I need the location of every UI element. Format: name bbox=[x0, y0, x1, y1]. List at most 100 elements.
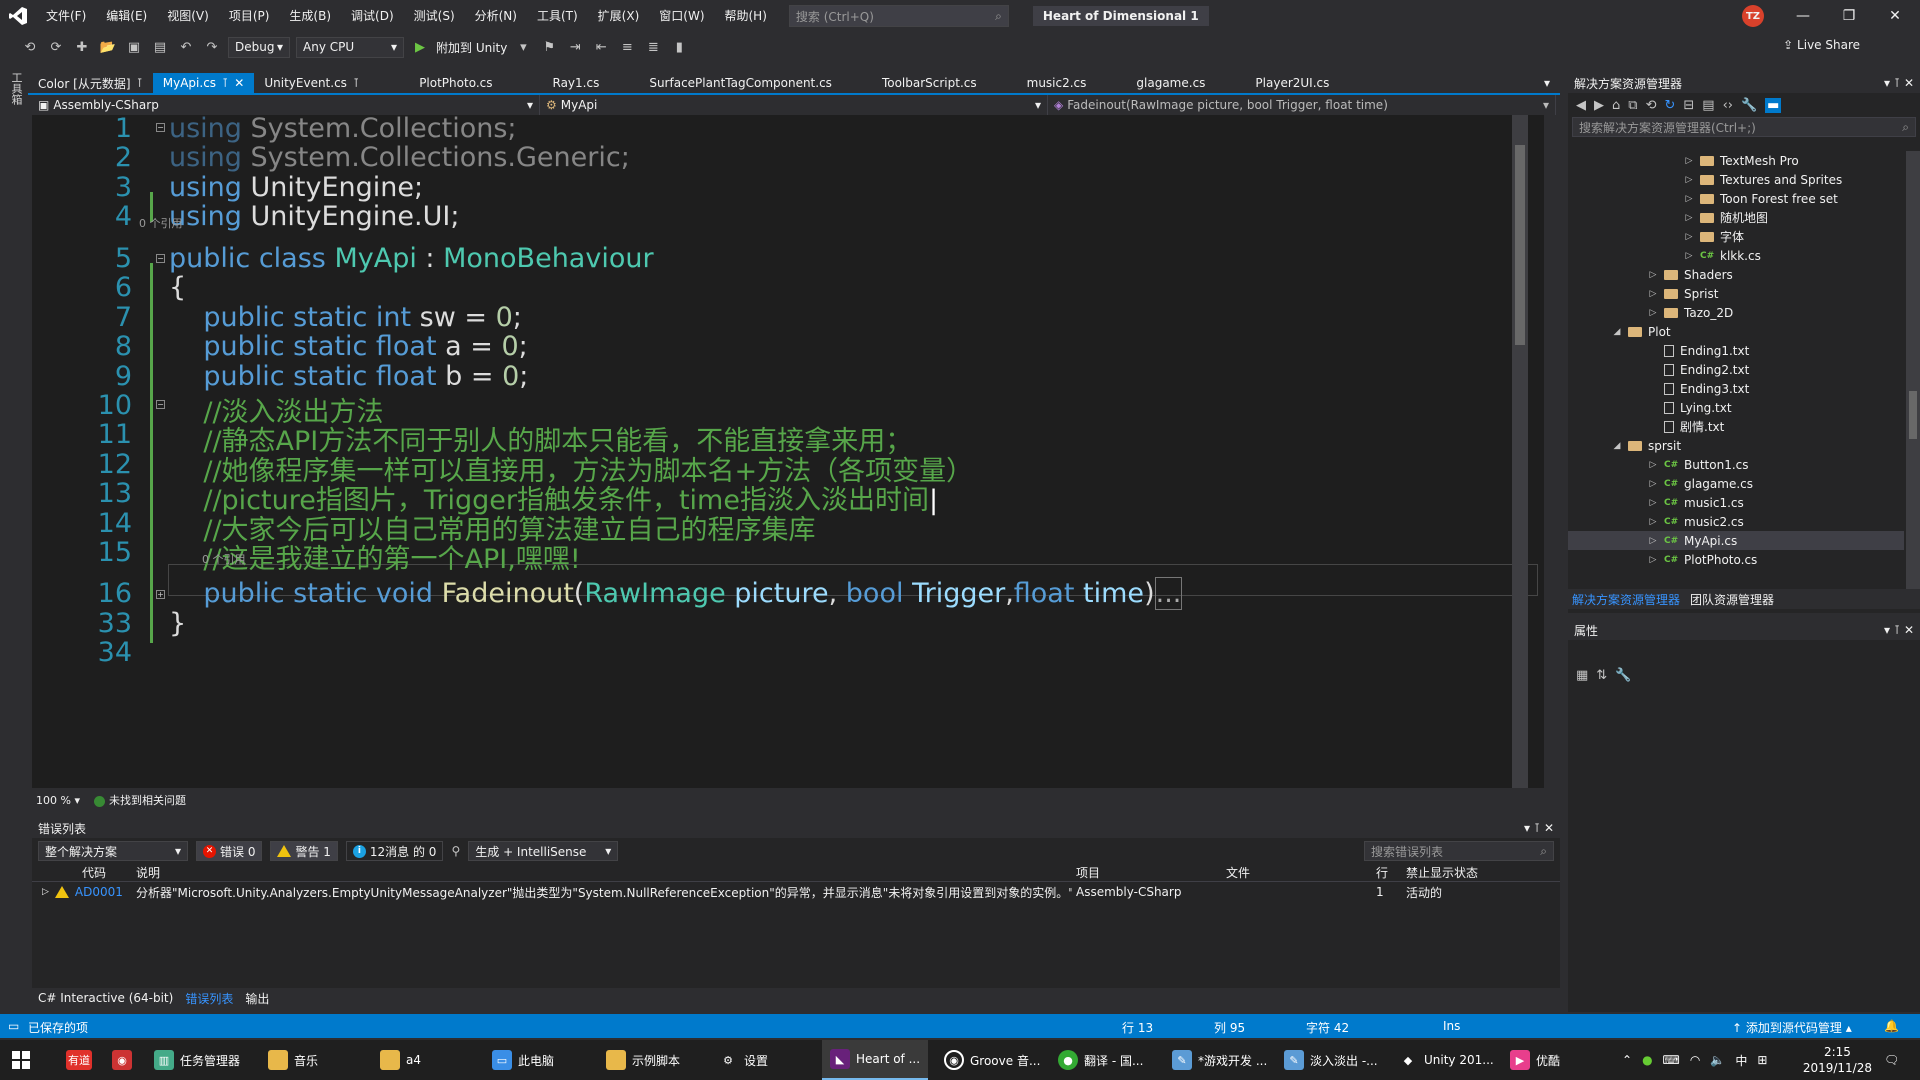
expand-icon[interactable]: ▷ bbox=[42, 887, 49, 897]
menu-build[interactable]: 生成(B) bbox=[279, 0, 341, 32]
preview-icon[interactable]: ▬ bbox=[1765, 97, 1782, 113]
ime-indicator[interactable]: 中 bbox=[1735, 1052, 1747, 1069]
collapse-all-icon[interactable]: ⊟ bbox=[1683, 98, 1694, 113]
class-nav-select[interactable]: ⚙ MyApi ▾ bbox=[540, 95, 1048, 115]
reference-hint[interactable]: 0 个引用 bbox=[202, 551, 246, 567]
property-pages-icon[interactable]: 🔧 bbox=[1615, 668, 1631, 683]
taskbar-game-dev[interactable]: ✎ *游戏开发 ... bbox=[1164, 1040, 1275, 1080]
chevron-down-icon[interactable]: ▾ bbox=[1884, 76, 1890, 90]
tree-item[interactable]: ▷ 随机地图 bbox=[1568, 208, 1904, 227]
forward-icon[interactable]: ⟳ bbox=[46, 37, 66, 57]
expand-arrow-icon[interactable]: ▷ bbox=[1684, 251, 1694, 261]
close-icon[interactable]: ✕ bbox=[1904, 76, 1914, 90]
tree-item[interactable]: ▷ Textures and Sprites bbox=[1568, 170, 1904, 189]
status-insert-mode[interactable]: Ins bbox=[1443, 1019, 1460, 1033]
tree-item[interactable]: ◢ Plot bbox=[1568, 322, 1904, 341]
menu-extensions[interactable]: 扩展(X) bbox=[588, 0, 650, 32]
network-icon[interactable]: ◠ bbox=[1690, 1053, 1700, 1067]
messages-filter-button[interactable]: i 12消息 的 0 bbox=[345, 841, 444, 861]
tree-item[interactable]: ▷ C# glagame.cs bbox=[1568, 474, 1904, 493]
visual-studio-logo-icon[interactable] bbox=[0, 0, 36, 32]
properties-object-select[interactable] bbox=[1568, 640, 1920, 662]
taskbar-clock[interactable]: 2:15 2019/11/28 bbox=[1803, 1044, 1872, 1076]
properties-wrench-icon[interactable]: 🔧 bbox=[1741, 98, 1757, 113]
categorized-icon[interactable]: ▦ bbox=[1576, 668, 1588, 683]
tree-item[interactable]: ▷ 字体 bbox=[1568, 227, 1904, 246]
start-button[interactable] bbox=[4, 1040, 38, 1080]
save-all-icon[interactable]: ▤ bbox=[150, 37, 170, 57]
expand-arrow-icon[interactable]: ▷ bbox=[1648, 270, 1658, 280]
expand-arrow-icon[interactable]: ▷ bbox=[1648, 289, 1658, 299]
back-icon[interactable]: ◀ bbox=[1576, 98, 1586, 113]
user-avatar[interactable]: TZ bbox=[1742, 5, 1764, 27]
tree-item[interactable]: ▷ Tazo_2D bbox=[1568, 303, 1904, 322]
close-icon[interactable]: ✕ bbox=[1544, 821, 1554, 835]
code-editor[interactable]: 1 2 3 4 5 6 7 8 9 10 11 12 13 14 15 16 3… bbox=[32, 115, 1544, 788]
tree-item[interactable]: Ending3.txt bbox=[1568, 379, 1904, 398]
collapse-icon[interactable]: − bbox=[156, 400, 165, 409]
column-file[interactable]: 文件 bbox=[1222, 864, 1372, 881]
uncomment-icon[interactable]: ≣ bbox=[643, 37, 663, 57]
menu-window[interactable]: 窗口(W) bbox=[649, 0, 714, 32]
menu-project[interactable]: 项目(P) bbox=[219, 0, 280, 32]
filter-icon[interactable]: ⚲ bbox=[451, 844, 460, 858]
tree-item[interactable]: ▷ C# PlotPhoto.cs bbox=[1568, 550, 1904, 569]
taskbar-a4[interactable]: a4 bbox=[372, 1040, 429, 1080]
tree-item[interactable]: ▷C#Ray1.cs bbox=[1568, 569, 1904, 571]
column-code[interactable]: 代码 bbox=[32, 864, 132, 881]
taskbar-fade[interactable]: ✎ 淡入淡出 -... bbox=[1276, 1040, 1386, 1080]
tree-item[interactable]: ▷ C# Button1.cs bbox=[1568, 455, 1904, 474]
minimize-icon[interactable]: — bbox=[1780, 0, 1826, 32]
config-select[interactable]: Debug ▾ bbox=[228, 36, 290, 58]
expand-arrow-icon[interactable]: ▷ bbox=[1648, 498, 1658, 508]
taskbar-settings[interactable]: ⚙ 设置 bbox=[710, 1040, 776, 1080]
menu-help[interactable]: 帮助(H) bbox=[715, 0, 777, 32]
quick-search-input[interactable]: 搜索 (Ctrl+Q) ⌕ bbox=[788, 5, 1009, 27]
collapse-arrow-icon[interactable]: ◢ bbox=[1612, 327, 1622, 337]
action-center-icon[interactable]: 🗨 bbox=[1876, 1040, 1907, 1080]
column-suppression[interactable]: 禁止显示状态 bbox=[1402, 864, 1552, 881]
tab-team-explorer[interactable]: 团队资源管理器 bbox=[1690, 591, 1774, 608]
expand-arrow-icon[interactable]: ▷ bbox=[1684, 156, 1694, 166]
home-icon[interactable]: ⌂ bbox=[1612, 98, 1620, 113]
forward-icon[interactable]: ▶ bbox=[1594, 98, 1604, 113]
menu-test[interactable]: 测试(S) bbox=[404, 0, 465, 32]
tree-item[interactable]: ▷ C# music2.cs bbox=[1568, 512, 1904, 531]
close-icon[interactable]: ✕ bbox=[1904, 623, 1914, 637]
expand-arrow-icon[interactable]: ▷ bbox=[1684, 213, 1694, 223]
taskbar-sample-scripts[interactable]: 示例脚本 bbox=[598, 1040, 688, 1080]
tab-csharp-interactive[interactable]: C# Interactive (64-bit) bbox=[38, 991, 173, 1005]
chevron-down-icon[interactable]: ▾ bbox=[1884, 623, 1890, 637]
tree-item[interactable]: ▷ Shaders bbox=[1568, 265, 1904, 284]
build-filter-select[interactable]: 生成 + IntelliSense ▾ bbox=[468, 841, 619, 861]
menu-view[interactable]: 视图(V) bbox=[157, 0, 219, 32]
error-code-link[interactable]: AD0001 bbox=[75, 885, 123, 899]
refresh-icon[interactable]: ↻ bbox=[1664, 98, 1675, 113]
tab-error-list[interactable]: 错误列表 bbox=[185, 990, 233, 1007]
show-all-files-icon[interactable]: ▤ bbox=[1702, 98, 1714, 113]
view-code-icon[interactable]: ‹› bbox=[1723, 98, 1733, 113]
column-project[interactable]: 项目 bbox=[1072, 864, 1222, 881]
expand-arrow-icon[interactable]: ▷ bbox=[1648, 479, 1658, 489]
taskbar-music[interactable]: 音乐 bbox=[260, 1040, 326, 1080]
outdent-icon[interactable]: ⇤ bbox=[591, 37, 611, 57]
source-control-button[interactable]: ↑ 添加到源代码管理 ▴ bbox=[1732, 1019, 1852, 1036]
tree-item[interactable]: ▷ Toon Forest free set bbox=[1568, 189, 1904, 208]
taskbar-translate[interactable]: ● 翻译 - 国... bbox=[1050, 1040, 1151, 1080]
expand-arrow-icon[interactable]: ▷ bbox=[1684, 175, 1694, 185]
tab-glagame[interactable]: glagame.cs bbox=[1126, 73, 1215, 93]
attach-unity-button[interactable]: 附加到 Unity bbox=[436, 39, 507, 56]
tab-plotphoto[interactable]: PlotPhoto.cs bbox=[409, 73, 502, 93]
tree-item[interactable]: ▷ C# music1.cs bbox=[1568, 493, 1904, 512]
menu-analyze[interactable]: 分析(N) bbox=[465, 0, 527, 32]
status-column[interactable]: 列 95 bbox=[1214, 1019, 1245, 1036]
new-project-icon[interactable]: ✚ bbox=[72, 37, 92, 57]
pin-icon[interactable]: ⊺ bbox=[1534, 821, 1540, 835]
solution-search-input[interactable]: 搜索解决方案资源管理器(Ctrl+;) ⌕ bbox=[1572, 117, 1916, 137]
pin-icon[interactable]: ⊺ bbox=[1894, 623, 1900, 637]
taskbar-visual-studio[interactable]: ◣ Heart of ... bbox=[822, 1040, 929, 1080]
volume-icon[interactable]: 🔈 bbox=[1710, 1053, 1725, 1067]
scope-select[interactable]: 整个解决方案 ▾ bbox=[38, 841, 188, 861]
tab-output[interactable]: 输出 bbox=[245, 990, 269, 1007]
table-row[interactable]: ▷ AD0001 分析器"Microsoft.Unity.Analyzers.E… bbox=[32, 882, 1560, 902]
